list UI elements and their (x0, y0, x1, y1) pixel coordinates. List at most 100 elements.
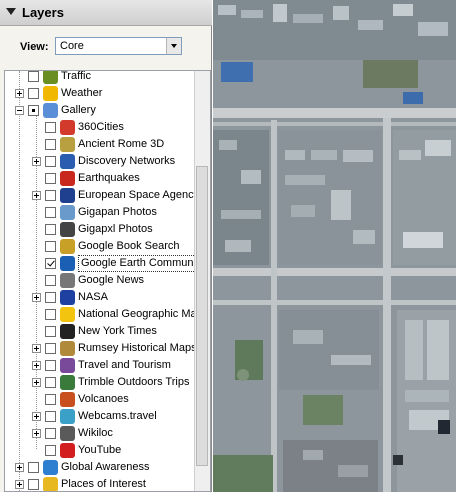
layer-checkbox[interactable] (45, 428, 56, 439)
expand-icon[interactable] (15, 463, 24, 472)
expand-icon[interactable] (32, 412, 41, 421)
tree-item-label: Discovery Networks (78, 155, 176, 167)
360cities-icon (60, 120, 75, 135)
seismograph-icon (60, 171, 75, 186)
layer-checkbox[interactable] (45, 207, 56, 218)
chevron-down-icon[interactable] (166, 38, 181, 54)
layers-header[interactable]: Layers (0, 0, 212, 26)
expand-icon[interactable] (15, 89, 24, 98)
layer-checkbox[interactable] (28, 479, 39, 490)
tree-item[interactable]: Google Book Search (5, 238, 205, 255)
collapse-icon[interactable] (15, 106, 24, 115)
layer-checkbox[interactable] (45, 411, 56, 422)
sun-icon (43, 86, 58, 101)
panel-title: Layers (22, 5, 64, 20)
tree-item[interactable]: Ancient Rome 3D (5, 136, 205, 153)
view-select[interactable]: Core (55, 37, 182, 55)
scroll-thumb[interactable] (196, 166, 208, 466)
layer-checkbox[interactable] (28, 88, 39, 99)
tree-item[interactable]: Weather (5, 85, 205, 102)
layer-checkbox[interactable] (45, 241, 56, 252)
layer-checkbox[interactable] (45, 394, 56, 405)
flag-icon (43, 477, 58, 491)
info-icon (60, 256, 75, 271)
compass-icon (60, 341, 75, 356)
tree-item[interactable]: European Space Agency (5, 187, 205, 204)
tree-item[interactable]: Discovery Networks (5, 153, 205, 170)
tree-item-label: Rumsey Historical Maps (78, 342, 197, 354)
tree-item[interactable]: National Geographic Mag (5, 306, 205, 323)
layer-checkbox[interactable] (45, 139, 56, 150)
tree-item-label: Gigapan Photos (78, 206, 157, 218)
layer-checkbox[interactable] (45, 292, 56, 303)
expand-icon[interactable] (32, 361, 41, 370)
layer-checkbox[interactable] (45, 258, 56, 269)
tree-item[interactable]: Wikiloc (5, 425, 205, 442)
tree-item-label: Trimble Outdoors Trips (78, 376, 190, 388)
tree-item[interactable]: YouTube (5, 442, 205, 459)
layer-checkbox[interactable] (45, 309, 56, 320)
tree-item[interactable]: Volcanoes (5, 391, 205, 408)
layer-checkbox[interactable] (45, 360, 56, 371)
tree-item[interactable]: New York Times (5, 323, 205, 340)
expand-icon[interactable] (32, 157, 41, 166)
layer-checkbox[interactable] (28, 105, 39, 116)
tree-item-label: New York Times (78, 325, 157, 337)
tree-item-label: Weather (61, 87, 103, 99)
satellite-map-view[interactable] (213, 0, 456, 492)
layers-panel: Layers View: Core Traffic Weather Gallery 3… (0, 0, 212, 492)
tree-item-label: Ancient Rome 3D (78, 138, 165, 150)
tree-item[interactable]: Global Awareness (5, 459, 205, 476)
tree-item-label: Earthquakes (78, 172, 140, 184)
tree-item[interactable]: NASA (5, 289, 205, 306)
tree-item-label: Wikiloc (78, 427, 113, 439)
tree-item-label: National Geographic Mag (78, 308, 203, 320)
layers-tree: Traffic Weather Gallery 360Cities Ancient Ro… (4, 70, 211, 492)
layer-checkbox[interactable] (45, 343, 56, 354)
trimble-icon (60, 375, 75, 390)
tree-item[interactable]: Trimble Outdoors Trips (5, 374, 205, 391)
layer-checkbox[interactable] (45, 224, 56, 235)
magnifier-icon (60, 205, 75, 220)
expand-icon[interactable] (32, 191, 41, 200)
tree-item[interactable]: Travel and Tourism (5, 357, 205, 374)
expand-icon[interactable] (32, 378, 41, 387)
tree-item[interactable]: Gigapxl Photos (5, 221, 205, 238)
tree-item-label: Google News (78, 274, 145, 286)
layer-checkbox[interactable] (45, 377, 56, 388)
layer-checkbox[interactable] (45, 156, 56, 167)
tree-item[interactable]: Google Earth Community (5, 255, 208, 272)
view-row: View: Core (0, 26, 212, 70)
tree-item-label: Google Earth Community (78, 255, 208, 272)
layer-checkbox[interactable] (45, 173, 56, 184)
expand-icon[interactable] (15, 480, 24, 489)
view-label: View: (20, 41, 49, 53)
tree-item-label: Global Awareness (61, 461, 150, 473)
youtube-icon (60, 443, 75, 458)
tree-item[interactable]: Google News (5, 272, 205, 289)
layer-checkbox[interactable] (45, 326, 56, 337)
expand-icon[interactable] (32, 344, 41, 353)
tree-item[interactable]: Rumsey Historical Maps (5, 340, 205, 357)
globe-icon (60, 154, 75, 169)
layer-checkbox[interactable] (45, 445, 56, 456)
tree-item[interactable]: Traffic (5, 71, 205, 85)
tree-item[interactable]: Earthquakes (5, 170, 205, 187)
layer-checkbox[interactable] (28, 462, 39, 473)
expand-icon[interactable] (32, 429, 41, 438)
tree-item[interactable]: Gallery (5, 102, 205, 119)
layer-checkbox[interactable] (28, 71, 39, 82)
tree-item-label: YouTube (78, 444, 122, 456)
collapse-arrow-icon[interactable] (6, 8, 16, 15)
tree-item[interactable]: Webcams.travel (5, 408, 205, 425)
tree-item[interactable]: 360Cities (5, 119, 205, 136)
tree-scrollbar[interactable] (194, 71, 210, 491)
tree-item-label: 360Cities (78, 121, 124, 133)
expand-icon[interactable] (32, 293, 41, 302)
tree-item[interactable]: Gigapan Photos (5, 204, 205, 221)
layer-checkbox[interactable] (45, 122, 56, 133)
tree-item-label: Volcanoes (78, 393, 129, 405)
tree-item[interactable]: Places of Interest (5, 476, 205, 491)
layer-checkbox[interactable] (45, 190, 56, 201)
layer-checkbox[interactable] (45, 275, 56, 286)
